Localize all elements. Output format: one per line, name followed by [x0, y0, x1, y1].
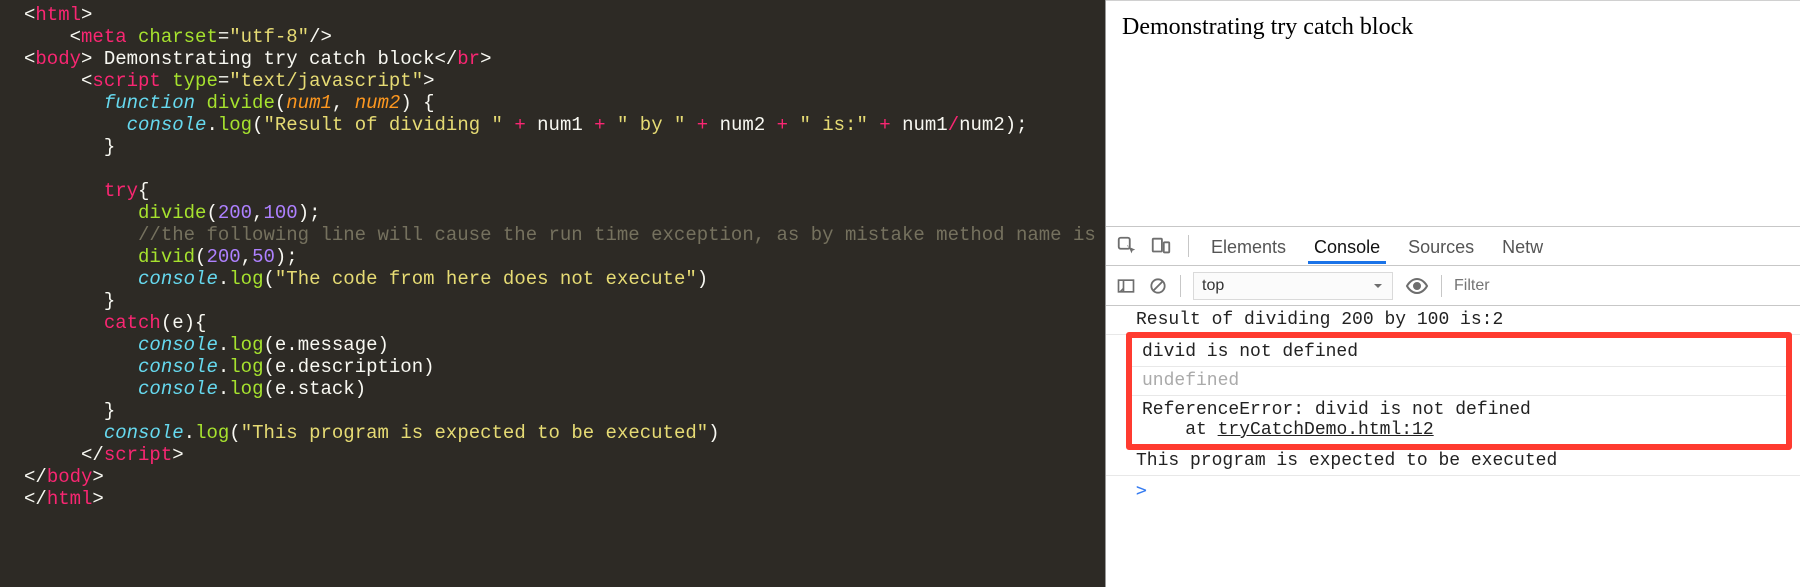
filter-input[interactable]: [1454, 277, 1790, 295]
log-line: Result of dividing 200 by 100 is:2: [1106, 306, 1800, 335]
page-output: Demonstrating try catch block: [1106, 0, 1800, 226]
devtools-tabbar: Elements Console Sources Netw: [1106, 227, 1800, 266]
console-log: Result of dividing 200 by 100 is:2 divid…: [1106, 306, 1800, 587]
eye-icon[interactable]: [1405, 274, 1429, 298]
console-sidebar-icon[interactable]: [1116, 276, 1136, 296]
tab-elements[interactable]: Elements: [1205, 229, 1292, 264]
tab-console[interactable]: Console: [1308, 229, 1386, 264]
context-select[interactable]: top: [1193, 272, 1393, 300]
tab-sources[interactable]: Sources: [1402, 229, 1480, 264]
page-title: Demonstrating try catch block: [1122, 14, 1413, 40]
chevron-down-icon: [1372, 280, 1384, 292]
device-icon[interactable]: [1150, 235, 1172, 257]
log-line: divid is not defined: [1132, 338, 1786, 367]
tab-network[interactable]: Netw: [1496, 229, 1549, 264]
clear-console-icon[interactable]: [1148, 276, 1168, 296]
code-editor[interactable]: <html> <meta charset="utf-8"/> <body> De…: [0, 0, 1105, 587]
browser-pane: Demonstrating try catch block Elements C…: [1105, 0, 1800, 587]
log-line: ReferenceError: divid is not defined at …: [1132, 396, 1786, 444]
stack-trace-link[interactable]: tryCatchDemo.html:12: [1218, 420, 1434, 440]
devtools-panel: Elements Console Sources Netw top: [1106, 226, 1800, 587]
error-highlight-box: divid is not defined undefined Reference…: [1126, 332, 1792, 450]
console-toolbar: top: [1106, 266, 1800, 306]
console-prompt[interactable]: >: [1106, 476, 1800, 505]
log-line: undefined: [1132, 367, 1786, 396]
log-line: This program is expected to be executed: [1106, 447, 1800, 476]
inspect-icon[interactable]: [1116, 235, 1138, 257]
